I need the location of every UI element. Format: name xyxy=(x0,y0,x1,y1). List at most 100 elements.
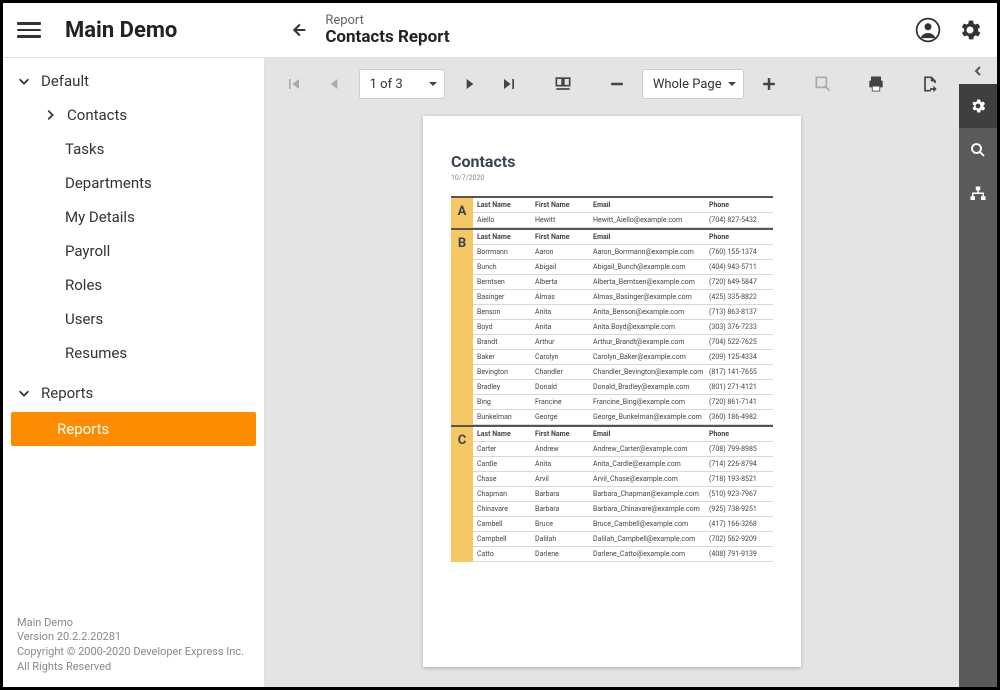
nav-tree: Default Contacts Tasks Departments My De… xyxy=(3,58,264,606)
nav-item-resumes[interactable]: Resumes xyxy=(3,336,264,370)
print-button[interactable] xyxy=(861,69,891,99)
cell: Bunkelman xyxy=(477,413,535,421)
cell: Dalilah_Campbell@example.com xyxy=(593,535,709,543)
cell: Aaron_Borrmann@example.com xyxy=(593,248,709,256)
table-row: BorrmannAaronAaron_Borrmann@example.com(… xyxy=(473,245,773,260)
highlight-editing-button[interactable] xyxy=(808,69,838,99)
nav-group-default[interactable]: Default xyxy=(3,64,264,98)
cell: George xyxy=(535,413,593,421)
gear-icon xyxy=(969,97,987,115)
cell: (718) 193-8521 xyxy=(709,475,769,483)
nav-item-roles[interactable]: Roles xyxy=(3,268,264,302)
cell: Anita.Boyd@example.com xyxy=(593,323,709,331)
zoom-in-button[interactable] xyxy=(754,69,784,99)
column-header: First Name xyxy=(535,233,593,241)
cell: (360) 186-4982 xyxy=(709,413,769,421)
report-title: Contacts xyxy=(451,152,773,171)
table-header-row: Last NameFirst NameEmailPhone xyxy=(473,198,773,213)
export-button[interactable] xyxy=(915,69,945,99)
rail-settings-button[interactable] xyxy=(959,84,997,128)
column-header: First Name xyxy=(535,201,593,209)
settings-gear-icon[interactable] xyxy=(957,17,983,43)
report-section: ALast NameFirst NameEmailPhoneAielloHewi… xyxy=(451,196,773,228)
table-row: ChapmanBarbaraBarbara_Chapman@example.co… xyxy=(473,487,773,502)
cell: Hewitt xyxy=(535,216,593,224)
table-row: AielloHewittHewitt_Aiello@example.com(70… xyxy=(473,213,773,228)
cell: (704) 522-7625 xyxy=(709,338,769,346)
nav-item-reports[interactable]: Reports xyxy=(11,412,256,446)
cell: Arvil_Chase@example.com xyxy=(593,475,709,483)
nav-item-my-details[interactable]: My Details xyxy=(3,200,264,234)
cell: Donald xyxy=(535,383,593,391)
nav-item-departments[interactable]: Departments xyxy=(3,166,264,200)
column-header: First Name xyxy=(535,430,593,438)
cell: Francine_Bing@example.com xyxy=(593,398,709,406)
section-letter: B xyxy=(451,230,473,425)
table-row: CampbellDalilahDalilah_Campbell@example.… xyxy=(473,532,773,547)
cell: (417) 166-3268 xyxy=(709,520,769,528)
cell: Cambell xyxy=(477,520,535,528)
nav-group-label: Reports xyxy=(41,384,93,402)
last-page-button[interactable] xyxy=(494,69,524,99)
column-header: Phone xyxy=(709,233,769,241)
page-select-combo[interactable]: 1 of 3 xyxy=(359,69,445,99)
prev-page-button[interactable] xyxy=(319,69,349,99)
menu-toggle-button[interactable] xyxy=(17,18,41,42)
nav-item-contacts[interactable]: Contacts xyxy=(3,98,264,132)
zoom-out-button[interactable] xyxy=(602,69,632,99)
cell: Andrew_Carter@example.com xyxy=(593,445,709,453)
first-page-button[interactable] xyxy=(279,69,309,99)
zoom-select-value: Whole Page xyxy=(653,77,722,92)
cell: Boyd xyxy=(477,323,535,331)
app-frame: Main Demo Report Contacts Report Default… xyxy=(0,0,1000,690)
column-header: Phone xyxy=(709,430,769,438)
user-account-icon[interactable] xyxy=(915,17,941,43)
back-arrow-icon[interactable] xyxy=(287,19,309,41)
nav-item-users[interactable]: Users xyxy=(3,302,264,336)
cell: (714) 226-8794 xyxy=(709,460,769,468)
cell: Borrmann xyxy=(477,248,535,256)
cell: Anita xyxy=(535,308,593,316)
cell: Chapman xyxy=(477,490,535,498)
footer-version: Version 20.2.2.20281 xyxy=(17,630,250,645)
table-header-row: Last NameFirst NameEmailPhone xyxy=(473,427,773,442)
cell: (704) 827-5432 xyxy=(709,216,769,224)
next-page-button[interactable] xyxy=(455,69,485,99)
table-row: BoydAnitaAnita.Boyd@example.com(303) 376… xyxy=(473,320,773,335)
zoom-select-combo[interactable]: Whole Page xyxy=(642,69,744,99)
cell: Aiello xyxy=(477,216,535,224)
breadcrumb: Report Contacts Report xyxy=(287,14,449,47)
report-date: 10/7/2020 xyxy=(451,174,773,182)
cell: Hewitt_Aiello@example.com xyxy=(593,216,709,224)
report-page: Contacts 10/7/2020 ALast NameFirst NameE… xyxy=(423,116,801,667)
cell: Chinavare xyxy=(477,505,535,513)
nav-item-tasks[interactable]: Tasks xyxy=(3,132,264,166)
cell: (408) 791-9139 xyxy=(709,550,769,558)
cell: Anita xyxy=(535,323,593,331)
table-row: CattoDarleneDarlene_Catto@example.com(40… xyxy=(473,547,773,562)
content-area: 1 of 3 Whole Page xyxy=(265,58,997,687)
cell: Carter xyxy=(477,445,535,453)
rail-search-button[interactable] xyxy=(959,128,997,172)
cell: (801) 271-4121 xyxy=(709,383,769,391)
cell: Bevington xyxy=(477,368,535,376)
report-section: BLast NameFirst NameEmailPhoneBorrmannAa… xyxy=(451,228,773,425)
table-row: BevingtonChandlerChandler_Bevington@exam… xyxy=(473,365,773,380)
cell: (713) 863-8137 xyxy=(709,308,769,316)
cell: Almas xyxy=(535,293,593,301)
page-scroll-area[interactable]: Contacts 10/7/2020 ALast NameFirst NameE… xyxy=(265,110,959,687)
nav-item-label: Users xyxy=(65,310,103,328)
cell: Carolyn xyxy=(535,353,593,361)
multipage-toggle-button[interactable] xyxy=(548,69,578,99)
nav-group-reports[interactable]: Reports xyxy=(3,376,264,410)
rail-collapse-button[interactable] xyxy=(959,58,997,84)
cell: Chase xyxy=(477,475,535,483)
table-row: BensonAnitaAnita_Benson@example.com(713)… xyxy=(473,305,773,320)
cell: Basinger xyxy=(477,293,535,301)
page-select-value: 1 of 3 xyxy=(370,77,403,92)
rail-document-map-button[interactable] xyxy=(959,172,997,216)
cell: Francine xyxy=(535,398,593,406)
nav-item-payroll[interactable]: Payroll xyxy=(3,234,264,268)
cell: George_Bunkelman@example.com xyxy=(593,413,709,421)
table-row: BunchAbigailAbigail_Bunch@example.com(40… xyxy=(473,260,773,275)
